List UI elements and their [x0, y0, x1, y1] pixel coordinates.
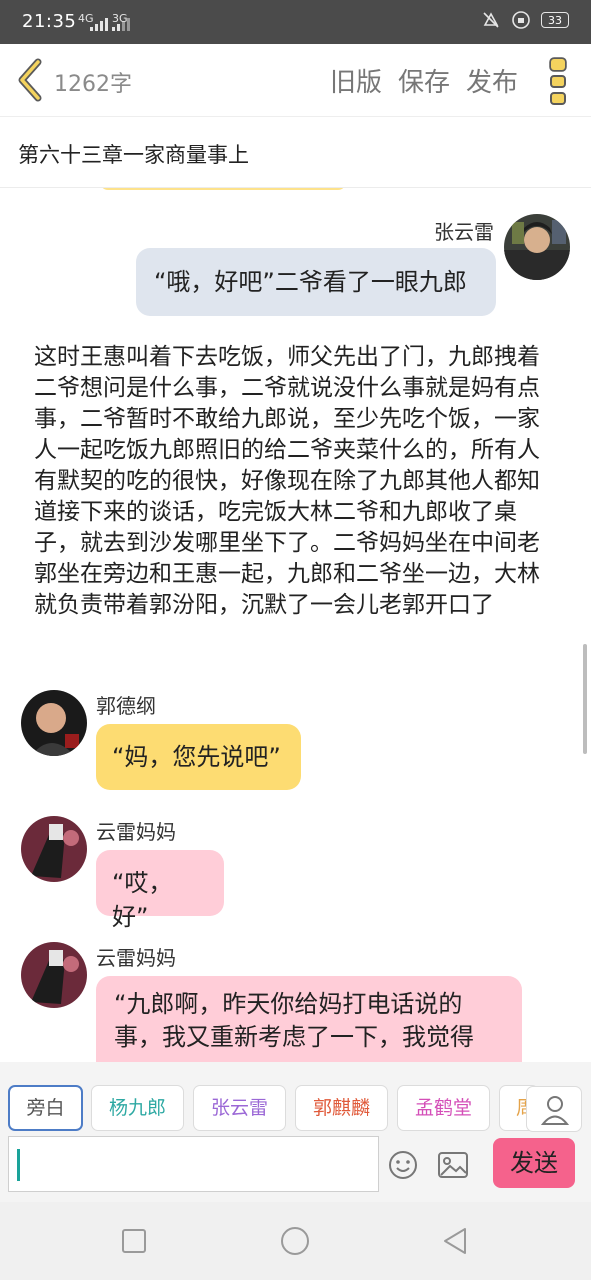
- avatar[interactable]: [504, 214, 570, 280]
- character-chip[interactable]: 杨九郎: [91, 1085, 184, 1131]
- speaker-name: 张云雷: [434, 220, 494, 244]
- avatar[interactable]: [21, 942, 87, 1008]
- send-button[interactable]: 发送: [493, 1138, 575, 1188]
- system-navigation-bar: [0, 1202, 591, 1280]
- person-icon: [540, 1096, 570, 1125]
- message-bubble[interactable]: “哦，好吧”二爷看了一眼九郎: [136, 248, 496, 316]
- previous-bubble-edge: [100, 188, 346, 190]
- emoji-icon[interactable]: [388, 1150, 418, 1180]
- speaker-name: 郭德纲: [96, 694, 156, 718]
- more-menu-icon[interactable]: [548, 56, 570, 106]
- speaker-name: 云雷妈妈: [96, 820, 176, 844]
- character-chip[interactable]: 郭麒麟: [295, 1085, 388, 1131]
- mute-icon: [483, 12, 499, 28]
- chapter-title: 第六十三章一家商量事上: [18, 143, 249, 167]
- character-chip[interactable]: 张云雷: [193, 1085, 286, 1131]
- message-bubble[interactable]: “哎，好”: [96, 850, 224, 931]
- back-arrow-icon[interactable]: [14, 58, 48, 102]
- character-chip[interactable]: 孟鹤堂: [397, 1085, 490, 1131]
- text-caret: [17, 1149, 20, 1181]
- message-input[interactable]: [8, 1136, 379, 1192]
- narration-text[interactable]: 这时王惠叫着下去吃饭，师父先出了门，九郎拽着二爷想问是什么事，二爷就说没什么事就…: [34, 342, 554, 621]
- home-icon[interactable]: [280, 1226, 310, 1256]
- character-chip-narrator[interactable]: 旁白: [8, 1085, 83, 1131]
- scrollbar[interactable]: [583, 644, 587, 754]
- status-bar: 21:35 4G 3G 33: [0, 0, 591, 44]
- signal-icon: [90, 18, 108, 31]
- image-icon[interactable]: [437, 1151, 469, 1179]
- speaker-name: 云雷妈妈: [96, 946, 176, 970]
- input-row: 发送: [0, 1134, 591, 1202]
- chapter-title-bar[interactable]: 第六十三章一家商量事上: [0, 117, 591, 188]
- clock: 21:35: [22, 11, 77, 32]
- signal-icon-2: [112, 18, 130, 31]
- save-button[interactable]: 保存: [398, 62, 450, 99]
- publish-button[interactable]: 发布: [466, 62, 518, 99]
- editor-header: 1262字 旧版 保存 发布: [0, 44, 591, 117]
- old-version-button[interactable]: 旧版: [330, 62, 382, 99]
- avatar[interactable]: [21, 690, 87, 756]
- back-nav-icon[interactable]: [441, 1226, 469, 1256]
- rotation-lock-icon: [512, 11, 530, 29]
- battery-icon: 33: [541, 12, 569, 28]
- avatar[interactable]: [21, 816, 87, 882]
- message-bubble[interactable]: “九郎啊，昨天你给妈打电话说的事，我又重新考虑了一下，我觉得: [96, 976, 522, 1062]
- message-bubble[interactable]: “妈，您先说吧”: [96, 724, 301, 790]
- character-selector: 旁白 杨九郎 张云雷 郭麒麟 孟鹤堂 周: [0, 1062, 591, 1134]
- add-character-button[interactable]: [526, 1086, 582, 1132]
- recent-apps-icon[interactable]: [121, 1228, 147, 1254]
- word-count: 1262字: [54, 72, 132, 97]
- chat-content[interactable]: 张云雷 “哦，好吧”二爷看了一眼九郎 这时王惠叫着下去吃饭，师父先出了门，九郎拽…: [0, 188, 591, 1062]
